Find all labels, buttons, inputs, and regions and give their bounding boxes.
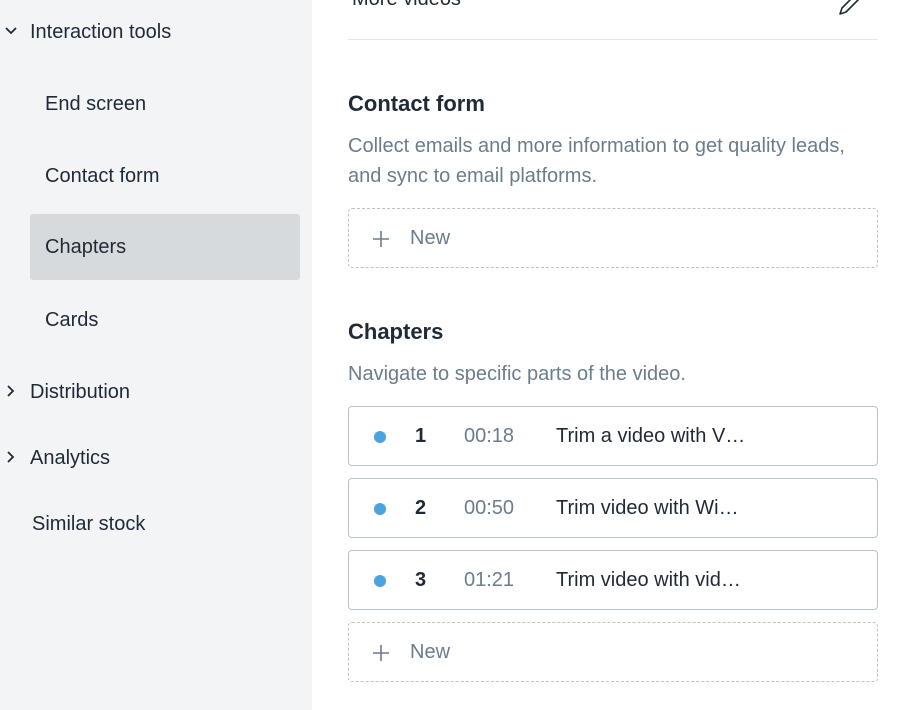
sidebar-item-label: Contact form xyxy=(45,164,160,187)
plus-icon xyxy=(373,231,389,247)
chapter-row[interactable]: 1 00:18 Trim a video with V… xyxy=(348,406,878,466)
new-chapter-button[interactable]: New xyxy=(348,622,878,682)
chapter-number: 2 xyxy=(415,497,427,519)
sidebar-section-label: Interaction tools xyxy=(30,20,172,43)
plus-icon xyxy=(373,645,389,661)
chapter-dot-icon xyxy=(374,431,386,443)
chapter-title: Trim video with Wi… xyxy=(556,497,739,519)
more-videos-title: More videos xyxy=(352,0,461,11)
sidebar-item-label: End screen xyxy=(45,92,147,115)
chapter-time: 00:50 xyxy=(464,497,515,519)
pencil-icon[interactable] xyxy=(836,0,864,16)
sidebar-item-similar-stock[interactable]: Similar stock xyxy=(32,508,145,540)
sidebar-item-contact-form[interactable]: Contact form xyxy=(30,143,300,209)
chevron-down-icon xyxy=(5,27,17,35)
chapters-heading: Chapters xyxy=(348,319,444,344)
chapter-title: Trim video with vid… xyxy=(556,569,741,591)
chapter-row[interactable]: 2 00:50 Trim video with Wi… xyxy=(348,478,878,538)
sidebar: Interaction tools End screen Contact for… xyxy=(0,0,312,710)
more-videos-row: More videos xyxy=(348,0,878,40)
chapters-description: Navigate to specific parts of the video. xyxy=(348,363,686,385)
sidebar-item-end-screen[interactable]: End screen xyxy=(30,71,300,137)
chapter-row[interactable]: 3 01:21 Trim video with vid… xyxy=(348,550,878,610)
chapter-time: 00:18 xyxy=(464,425,515,447)
contact-form-heading: Contact form xyxy=(348,91,485,116)
sidebar-item-cards[interactable]: Cards xyxy=(30,287,300,353)
new-contact-form-button[interactable]: New xyxy=(348,208,878,268)
chevron-right-icon xyxy=(7,385,15,397)
chapter-number: 3 xyxy=(415,569,427,591)
sidebar-item-label: Chapters xyxy=(45,235,127,258)
chapter-time: 01:21 xyxy=(464,569,515,591)
sidebar-item-label: Similar stock xyxy=(32,512,146,535)
chapter-title: Trim a video with V… xyxy=(556,425,746,447)
chapter-dot-icon xyxy=(374,575,386,587)
chapter-number: 1 xyxy=(415,425,427,447)
new-button-label: New xyxy=(410,640,451,663)
new-button-label: New xyxy=(410,226,451,249)
sidebar-item-chapters[interactable]: Chapters xyxy=(30,214,300,280)
sidebar-section-label: Analytics xyxy=(30,446,111,469)
main-panel: More videos Contact form Collect emails … xyxy=(312,0,902,710)
chapter-dot-icon xyxy=(374,503,386,515)
sidebar-section-label: Distribution xyxy=(30,380,131,403)
chevron-right-icon xyxy=(7,451,15,463)
contact-form-description: Collect emails and more information to g… xyxy=(348,135,845,187)
sidebar-item-label: Cards xyxy=(45,308,99,331)
